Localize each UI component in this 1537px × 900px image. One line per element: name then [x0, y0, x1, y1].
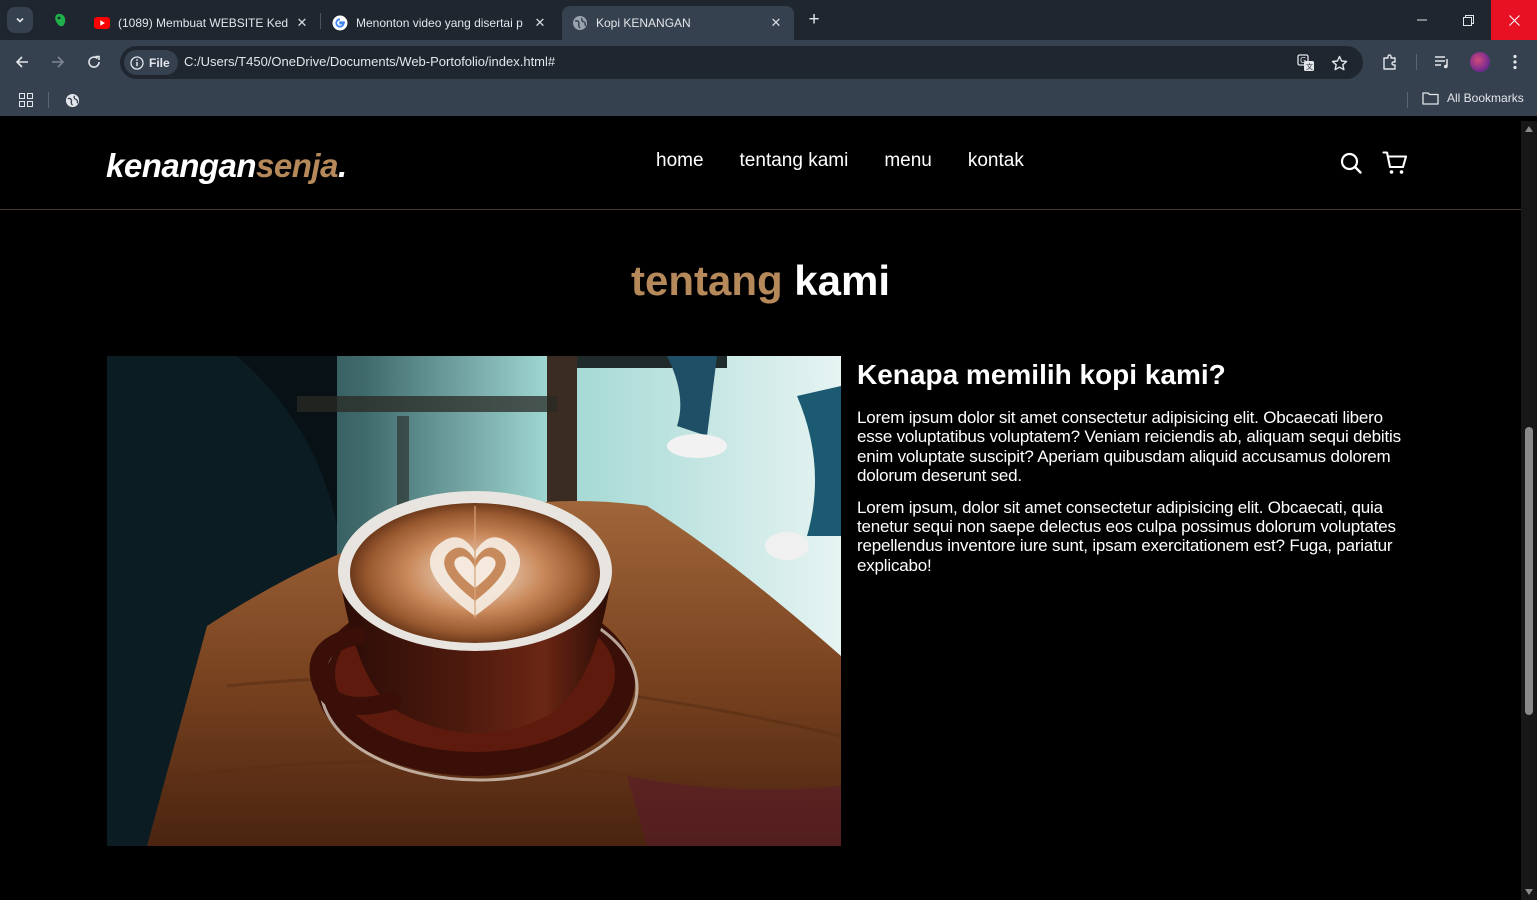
bookmarks-divider	[1407, 92, 1408, 108]
search-icon[interactable]	[1338, 150, 1364, 176]
tab-title: (1089) Membuat WEBSITE Keda	[118, 16, 288, 30]
about-content: Kenapa memilih kopi kami? Lorem ipsum do…	[857, 359, 1405, 587]
tab-search-button[interactable]	[7, 7, 33, 33]
close-tab-icon[interactable]: ✕	[768, 15, 784, 31]
info-icon	[130, 55, 144, 70]
tab-strip: (1089) Membuat WEBSITE Keda ✕ Menonton v…	[0, 0, 1537, 40]
section-title: tentang kami	[0, 257, 1521, 305]
extensions-button[interactable]	[1380, 52, 1400, 72]
folder-icon	[1422, 92, 1439, 105]
youtube-icon	[94, 15, 110, 31]
close-tab-icon[interactable]: ✕	[294, 15, 310, 31]
title-rest: kami	[782, 257, 891, 304]
page-viewport: kenangansenja. home tentang kami menu ko…	[0, 121, 1537, 900]
close-icon	[1508, 14, 1520, 26]
coffee-latte-image	[107, 356, 841, 846]
scroll-up-arrow-icon[interactable]	[1525, 126, 1533, 132]
reload-button[interactable]	[84, 52, 104, 72]
restore-button[interactable]	[1445, 0, 1491, 40]
site-nav-links: home tentang kami menu kontak	[656, 150, 1060, 172]
minimize-button[interactable]	[1399, 0, 1445, 40]
profile-avatar[interactable]	[1470, 52, 1490, 72]
reload-icon	[88, 55, 100, 68]
url-text[interactable]: C:/Users/T450/OneDrive/Documents/Web-Por…	[184, 54, 555, 69]
chevron-down-icon	[16, 17, 24, 23]
tab-google[interactable]: Menonton video yang disertai p ✕	[322, 6, 558, 40]
apps-grid-icon	[19, 93, 33, 107]
page-scrollbar[interactable]	[1521, 121, 1537, 900]
scroll-down-arrow-icon[interactable]	[1525, 889, 1533, 895]
shopping-cart-icon[interactable]	[1382, 150, 1408, 176]
site-info-chip[interactable]: File	[124, 50, 178, 75]
playlist-icon	[1435, 56, 1448, 69]
browser-menu-button[interactable]	[1505, 52, 1525, 72]
forward-button[interactable]	[48, 52, 68, 72]
tab-kopi-kenangan[interactable]: Kopi KENANGAN ✕	[562, 6, 794, 40]
svg-text:文: 文	[1306, 62, 1313, 71]
puzzle-icon	[1383, 54, 1396, 70]
bookmark-star-button[interactable]	[1329, 53, 1349, 73]
evernote-icon	[55, 13, 66, 27]
new-tab-button[interactable]: +	[804, 10, 824, 30]
logo-dot: .	[337, 147, 347, 184]
nav-link-about[interactable]: tentang kami	[740, 150, 849, 172]
bookmarks-bar: All Bookmarks	[0, 84, 1537, 116]
google-icon	[332, 15, 348, 31]
tab-title: Kopi KENANGAN	[596, 16, 691, 30]
globe-icon	[572, 15, 588, 31]
translate-icon: G文	[1297, 54, 1314, 71]
back-button[interactable]	[12, 52, 32, 72]
close-window-button[interactable]	[1491, 0, 1537, 40]
chip-label: File	[149, 55, 170, 70]
back-arrow-icon	[15, 56, 28, 68]
logo-accent-text: senja	[256, 147, 338, 184]
title-accent: tentang	[630, 257, 783, 304]
minimize-icon	[1417, 19, 1427, 21]
media-control-button[interactable]	[1432, 52, 1452, 72]
translate-button[interactable]: G文	[1296, 53, 1316, 73]
about-paragraph: Lorem ipsum dolor sit amet consectetur a…	[857, 408, 1401, 486]
star-icon	[1331, 55, 1347, 70]
address-bar[interactable]: File C:/Users/T450/OneDrive/Documents/We…	[120, 46, 1363, 79]
bookmarks-divider	[48, 92, 49, 108]
tab-title: Menonton video yang disertai p	[356, 16, 523, 30]
nav-link-contact[interactable]: kontak	[968, 150, 1024, 172]
tab-divider	[320, 13, 321, 29]
about-heading: Kenapa memilih kopi kami?	[857, 359, 1226, 390]
site-nav-icons	[1338, 150, 1426, 176]
globe-icon	[65, 93, 79, 107]
bookmark-globe[interactable]	[62, 90, 82, 110]
browser-toolbar: File C:/Users/T450/OneDrive/Documents/We…	[0, 40, 1537, 84]
site-logo[interactable]: kenangansenja.	[106, 147, 347, 185]
all-bookmarks-button[interactable]: All Bookmarks	[1422, 91, 1524, 105]
logo-main-text: kenangan	[106, 147, 257, 184]
tab-youtube[interactable]: (1089) Membuat WEBSITE Keda ✕	[84, 6, 320, 40]
restore-icon	[1462, 14, 1474, 26]
all-bookmarks-label: All Bookmarks	[1447, 91, 1524, 105]
nav-link-menu[interactable]: menu	[884, 150, 932, 172]
scroll-thumb[interactable]	[1525, 427, 1533, 715]
toolbar-divider	[1416, 54, 1417, 70]
site-navbar: kenangansenja. home tentang kami menu ko…	[0, 121, 1521, 210]
nav-link-home[interactable]: home	[656, 150, 704, 172]
pinned-extension-tab[interactable]	[50, 10, 70, 30]
about-paragraph: Lorem ipsum, dolor sit amet consectetur …	[857, 497, 1396, 575]
forward-arrow-icon	[52, 56, 65, 68]
apps-button[interactable]	[16, 90, 36, 110]
more-vertical-icon	[1513, 54, 1517, 70]
close-tab-icon[interactable]: ✕	[532, 15, 548, 31]
